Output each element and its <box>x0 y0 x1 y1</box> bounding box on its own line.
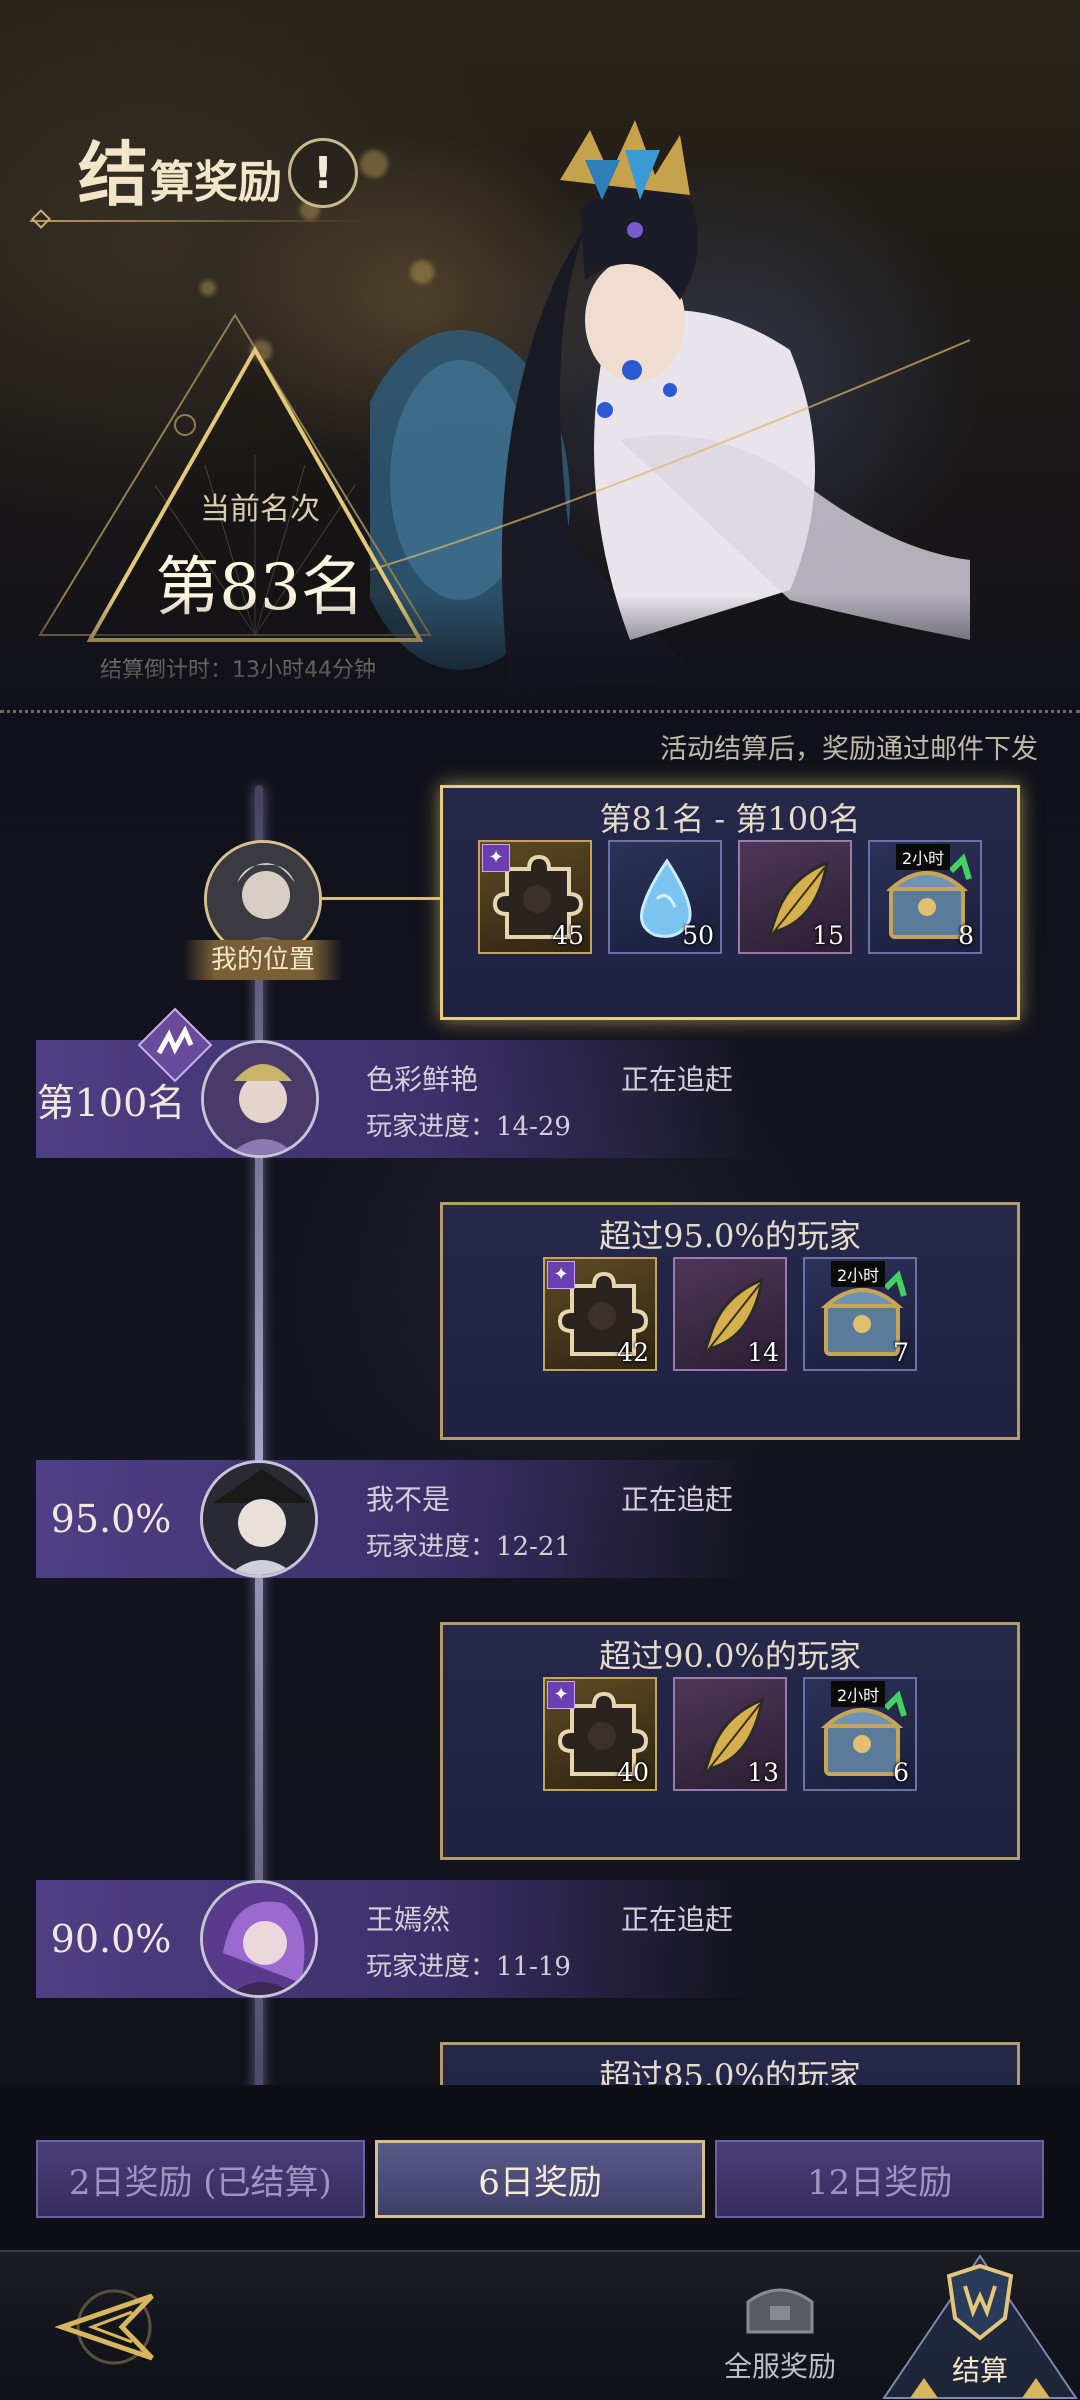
reward-item[interactable]: ✦ 45 <box>478 840 592 954</box>
nav-all-server-label: 全服奖励 <box>723 2350 836 2383</box>
title-diamond-ornament <box>31 209 51 229</box>
tier-title: 超过95.0%的玩家 <box>599 1217 861 1255</box>
duration-tag: 2小时 <box>896 844 951 870</box>
reward-tier-panel[interactable]: 超过85.0%的玩家 <box>440 2042 1020 2085</box>
reward-item[interactable]: 14 <box>673 1257 787 1371</box>
reward-item[interactable]: 13 <box>673 1677 787 1791</box>
rank-badge-icon <box>137 1007 213 1083</box>
duration-tag: 2小时 <box>831 1681 886 1707</box>
star-badge-icon: ✦ <box>547 1261 575 1289</box>
exclamation-icon[interactable]: ! <box>288 138 358 208</box>
tab-12-day-reward[interactable]: 12日奖励 <box>715 2140 1045 2218</box>
competitor-status: 正在追赶 <box>621 1903 734 1936</box>
hero-divider <box>0 710 1080 713</box>
reward-item[interactable]: ✦ 42 <box>543 1257 657 1371</box>
item-count: 42 <box>617 1338 649 1367</box>
competitor-avatar[interactable] <box>200 1460 318 1578</box>
nav-settlement[interactable]: 结算 <box>900 2262 1060 2389</box>
current-rank-label: 当前名次 <box>200 492 320 527</box>
bokeh-light <box>200 280 216 296</box>
reward-tier-panel[interactable]: 第81名 - 第100名 ✦ 45 50 15 2小时 8 <box>440 785 1020 1020</box>
tier-title: 超过90.0%的玩家 <box>599 1637 861 1675</box>
competitor-rank: 90.0% <box>50 1917 172 1961</box>
reward-tier-list[interactable]: 活动结算后，奖励通过邮件下发 我的位置 第81名 - 第100名 ✦ 45 50… <box>0 715 1080 2085</box>
competitor-progress: 玩家进度：14-29 <box>366 1112 571 1142</box>
reward-period-tabs: 2日奖励 (已结算) 6日奖励 12日奖励 <box>36 2140 1045 2218</box>
chest-nav-icon <box>746 2288 814 2334</box>
item-count: 6 <box>893 1758 909 1787</box>
competitor-row[interactable]: 95.0% 我不是 正在追赶 玩家进度：12-21 <box>36 1460 756 1578</box>
competitor-row[interactable]: 90.0% 王嫣然 正在追赶 玩家进度：11-19 <box>36 1880 756 1998</box>
reward-tier-panel[interactable]: 超过90.0%的玩家 ✦ 40 13 2小时 6 <box>440 1622 1020 1860</box>
item-count: 8 <box>958 921 974 950</box>
nav-settlement-label: 结算 <box>951 2354 1008 2387</box>
shield-crest-icon <box>946 2263 1014 2341</box>
competitor-status: 正在追赶 <box>621 1063 734 1096</box>
my-position-connector <box>320 897 440 900</box>
reward-item[interactable]: ✦ 40 <box>543 1677 657 1791</box>
item-count: 7 <box>893 1338 909 1367</box>
competitor-progress: 玩家进度：11-19 <box>366 1952 571 1982</box>
reward-item[interactable]: 2小时 7 <box>803 1257 917 1371</box>
character-illustration <box>370 120 970 690</box>
page-title: 结 算奖励 <box>78 140 282 210</box>
competitor-avatar[interactable] <box>201 1040 319 1158</box>
reward-item[interactable]: 2小时 6 <box>803 1677 917 1791</box>
star-badge-icon: ✦ <box>547 1681 575 1709</box>
competitor-rank: 95.0% <box>50 1497 172 1541</box>
star-badge-icon: ✦ <box>482 844 510 872</box>
item-count: 45 <box>552 921 584 950</box>
competitor-avatar[interactable] <box>200 1880 318 1998</box>
competitor-status: 正在追赶 <box>621 1483 734 1516</box>
tier-title: 第81名 - 第100名 <box>599 800 861 838</box>
competitor-name: 王嫣然 <box>366 1903 451 1936</box>
reward-tier-panel[interactable]: 超过95.0%的玩家 ✦ 42 14 2小时 7 <box>440 1202 1020 1440</box>
title-underline <box>30 220 370 222</box>
competitor-progress: 玩家进度：12-21 <box>366 1532 571 1562</box>
reward-item[interactable]: 2小时 8 <box>868 840 982 954</box>
tab-2-day-reward[interactable]: 2日奖励 (已结算) <box>36 2140 365 2218</box>
settlement-countdown: 结算倒计时：13小时44分钟 <box>100 658 376 683</box>
page-title-first-char: 结 <box>78 133 148 216</box>
competitor-name: 色彩鲜艳 <box>366 1063 479 1096</box>
item-count: 13 <box>747 1758 779 1787</box>
back-arrow-icon[interactable] <box>52 2282 162 2372</box>
reward-item[interactable]: 50 <box>608 840 722 954</box>
item-count: 14 <box>747 1338 779 1367</box>
item-count: 50 <box>682 921 714 950</box>
bottom-navigation: 全服奖励 结算 <box>0 2250 1080 2400</box>
competitor-name: 我不是 <box>366 1483 451 1516</box>
reward-item[interactable]: 15 <box>738 840 852 954</box>
mail-notice: 活动结算后，奖励通过邮件下发 <box>660 734 1038 765</box>
page-title-rest: 算奖励 <box>150 157 282 209</box>
current-rank-value: 第83名 <box>155 551 365 625</box>
duration-tag: 2小时 <box>831 1261 886 1287</box>
my-position-label: 我的位置 <box>183 940 343 980</box>
item-count: 40 <box>617 1758 649 1787</box>
tab-6-day-reward[interactable]: 6日奖励 <box>374 2140 706 2218</box>
nav-all-server-rewards[interactable]: 全服奖励 <box>715 2282 845 2385</box>
hero-banner: 结 算奖励 ! 当前名次 第83名 结算倒计时：13小时44分钟 <box>0 0 1080 715</box>
item-count: 15 <box>812 921 844 950</box>
tier-title: 超过85.0%的玩家 <box>599 2057 861 2085</box>
